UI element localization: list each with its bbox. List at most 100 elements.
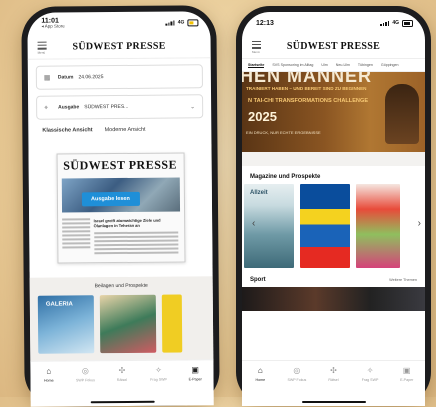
supplement-thumb[interactable]: GALERIA (37, 295, 95, 354)
puzzle-icon: ✣ (118, 365, 126, 376)
cover-text-column (61, 218, 90, 250)
tab-swp-fokus[interactable]: ◎ SWP Fokus (282, 366, 312, 382)
promo-photo (385, 84, 419, 144)
section-tab[interactable]: Ulm (321, 63, 327, 67)
promo-line: N TAI-CHI TRANSFORMATIONS CHALLENGE (248, 98, 369, 104)
tab-modern-view[interactable]: Moderne Ansicht (105, 127, 146, 133)
tab-e-paper[interactable]: ▣ E-Paper (180, 365, 210, 381)
tab-classic-view[interactable]: Klassische Ansicht (42, 127, 92, 133)
network-type: 4G (392, 20, 399, 26)
focus-icon: ◎ (81, 366, 89, 376)
promo-year: 2025 (248, 109, 277, 124)
tab-label: Frag SWP (361, 378, 379, 382)
battery-icon (402, 19, 413, 27)
section-tab[interactable]: Neu-Ulm (336, 63, 350, 67)
tab-e-paper[interactable]: ▣ E-Paper (392, 366, 422, 382)
status-bar: 11:01 ◂ App Store 4G (27, 11, 210, 35)
menu-label: Menü (252, 49, 260, 54)
chevron-down-icon: ⌄ (190, 103, 196, 110)
date-selector[interactable]: ▦ Datum 24.06.2025 (35, 64, 203, 90)
magazine-card[interactable] (300, 184, 350, 268)
status-bar: 12:13 4G (242, 12, 425, 34)
tab-label: E-Paper (400, 378, 414, 382)
tab-label: Rätsel (328, 378, 339, 382)
sport-section-header: Sport Weitere Themen (242, 268, 425, 287)
tab-label: SWP Fokus (75, 378, 95, 383)
section-tab[interactable]: SVS Sponsoring im Alltag (272, 63, 313, 67)
home-indicator (301, 400, 366, 403)
ask-icon: ✧ (155, 365, 162, 375)
epaper-preview-area: SÜDWEST PRESSE Ausgabe lesen Israel grei… (28, 144, 213, 272)
sport-teaser-image[interactable] (242, 287, 425, 311)
tab-frag-swp[interactable]: ✧ Frag SWP (143, 366, 173, 382)
cover-masthead: SÜDWEST PRESSE (63, 157, 178, 173)
epaper-icon: ▣ (191, 365, 199, 375)
supplement-thumb-label: GALERIA (45, 301, 73, 308)
bottom-tab-bar: ⌂ Home ◎ SWP Fokus ✣ Rätsel ✧ Frag SWP ▣ E-Pa… (242, 360, 425, 400)
puzzle-icon: ✣ (330, 366, 337, 375)
epaper-cover[interactable]: SÜDWEST PRESSE Ausgabe lesen Israel grei… (56, 152, 185, 264)
cover-text-body (93, 231, 178, 257)
tab-frag-swp[interactable]: ✧ Frag SWP (355, 366, 385, 382)
supplement-thumb[interactable] (161, 294, 183, 353)
section-tab[interactable]: Tübingen (358, 63, 373, 67)
tab-home[interactable]: ⌂ Home (34, 367, 64, 383)
tab-raetsel[interactable]: ✣ Rätsel (107, 366, 137, 382)
tab-label: Frag SWP (150, 377, 167, 382)
signal-icon (380, 20, 390, 26)
home-icon: ⌂ (257, 366, 263, 375)
promo-banner[interactable]: HEN MÄNNER TRAINIERT HABEN – UND BEREIT … (242, 72, 425, 152)
read-edition-button[interactable]: Ausgabe lesen (81, 191, 140, 207)
tab-label: Home (44, 378, 54, 383)
magazines-title: Magazine und Prospekte (250, 174, 321, 180)
phone-left: 11:01 ◂ App Store 4G Menü SÜDWEST PRESSE… (21, 5, 220, 407)
phone-right: 12:13 4G Menü SÜDWEST PRESSE Startseite … (236, 6, 431, 406)
magazines-carousel: Allzeit ‹ › (242, 184, 425, 268)
supplements-section: Beilagen und Prospekte GALERIA (29, 276, 214, 364)
section-tab[interactable]: Startseite (248, 63, 265, 68)
menu-icon[interactable]: Menü (252, 41, 261, 54)
magazine-card-title: Allzeit (250, 190, 268, 196)
chevron-left-icon[interactable]: ‹ (252, 218, 255, 229)
divider (242, 152, 425, 166)
tab-raetsel[interactable]: ✣ Rätsel (318, 366, 348, 382)
bottom-tab-bar: ⌂ Home ◎ SWP Fokus ✣ Rätsel ✧ Frag SWP ▣ E-Pa… (30, 359, 214, 401)
date-value: 24.06.2025 (78, 74, 104, 81)
section-tab[interactable]: Göppingen (381, 63, 399, 67)
brand-logo: SÜDWEST PRESSE (286, 40, 381, 52)
back-to-app-store[interactable]: ◂ App Store (41, 23, 64, 29)
app-screen-epaper: 11:01 ◂ App Store 4G Menü SÜDWEST PRESSE… (27, 11, 214, 407)
more-topics-link[interactable]: Weitere Themen (389, 277, 417, 283)
tab-swp-fokus[interactable]: ◎ SWP Fokus (70, 366, 100, 382)
ask-icon: ✧ (366, 366, 374, 375)
view-switcher: Klassische Ansicht Moderne Ansicht (28, 118, 211, 134)
menu-label: Menü (37, 50, 46, 55)
edition-value: SÜDWEST PRES... (84, 103, 129, 111)
promo-line: TRAINIERT HABEN – UND BEREIT SIND ZU BEG… (246, 86, 367, 91)
tab-label: Rätsel (116, 377, 128, 383)
edition-selector[interactable]: ⌖ Ausgabe SÜDWEST PRES... ⌄ (36, 94, 204, 120)
supplements-list: GALERIA (37, 294, 205, 354)
chevron-right-icon[interactable]: › (418, 218, 421, 229)
network-type: 4G (177, 19, 185, 26)
sport-title: Sport (250, 277, 266, 283)
tab-label: E-Paper (188, 377, 202, 382)
signal-icon (165, 20, 175, 26)
battery-icon (187, 18, 199, 26)
menu-icon[interactable]: Menü (37, 41, 47, 55)
brand-logo: SÜDWEST PRESSE (72, 40, 166, 52)
supplements-title: Beilagen und Prospekte (94, 282, 148, 290)
magazine-card[interactable] (356, 184, 400, 268)
date-label: Datum (57, 74, 74, 81)
focus-icon: ◎ (293, 366, 301, 375)
tab-home[interactable]: ⌂ Home (245, 366, 275, 382)
promo-headline: HEN MÄNNER (242, 72, 373, 86)
app-header: Menü SÜDWEST PRESSE (27, 33, 211, 60)
app-header: Menü SÜDWEST PRESSE (242, 34, 425, 59)
location-pin-icon: ⌖ (44, 104, 49, 112)
home-icon: ⌂ (46, 366, 52, 376)
promo-line: EIN DRUCK, NUR ECHTE ERGEBNISSE (246, 130, 321, 135)
calendar-icon: ▦ (43, 74, 51, 82)
edition-label: Ausgabe (58, 104, 80, 111)
supplement-thumb[interactable] (99, 294, 157, 354)
